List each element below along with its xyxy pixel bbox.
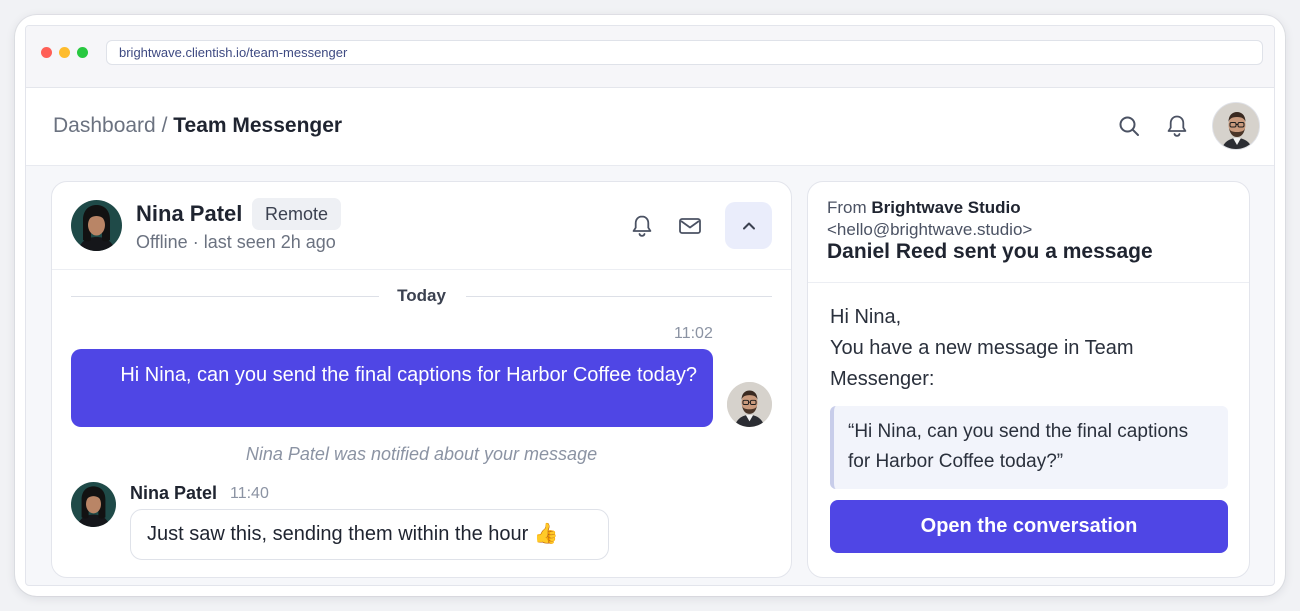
app-header: Dashboard / Team Messenger (26, 88, 1274, 166)
email-preview-panel: From Brightwave Studio <hello@brightwave… (807, 181, 1250, 578)
contact-status: Offline · last seen 2h ago (136, 232, 336, 252)
email-body-text: You have a new message in Team Messenger… (830, 337, 1134, 390)
open-conversation-button[interactable]: Open the conversation (830, 500, 1228, 553)
breadcrumb-parent[interactable]: Dashboard (53, 114, 156, 137)
outgoing-message-bubble[interactable]: Hi Nina, can you send the final captions… (71, 349, 713, 427)
email-from-address: <hello@brightwave.studio> (827, 220, 1033, 239)
outgoing-message-time: 11:02 (674, 325, 713, 342)
collapse-button[interactable] (725, 202, 772, 249)
email-subject: Daniel Reed sent you a message (827, 240, 1153, 263)
email-greeting: Hi Nina, (830, 306, 902, 328)
search-icon[interactable] (1116, 113, 1142, 139)
contact-tag: Remote (252, 198, 342, 230)
chevron-up-icon (742, 222, 755, 229)
incoming-message-time: 11:40 (230, 485, 269, 502)
email-from-name: Brightwave Studio (871, 198, 1021, 217)
sender-avatar (727, 382, 772, 427)
chat-panel: Nina Patel Remote Offline · last seen 2h… (51, 181, 792, 578)
day-divider: Today (71, 286, 772, 305)
chat-header: Nina Patel Remote Offline · last seen 2h… (52, 182, 791, 270)
breadcrumb: Dashboard / Team Messenger (53, 114, 342, 138)
notification-notice: Nina Patel was notified about your messa… (245, 444, 598, 464)
bell-icon[interactable] (629, 213, 655, 239)
bell-icon[interactable] (1164, 113, 1190, 139)
address-bar[interactable]: brightwave.clientish.io/team-messenger (106, 40, 1263, 65)
app-frame: brightwave.clientish.io/team-messenger D… (25, 25, 1275, 586)
divider-line-right (466, 296, 772, 297)
header-actions (1116, 102, 1260, 150)
breadcrumb-separator: / (155, 114, 174, 137)
contact-name: Nina Patel (136, 201, 243, 226)
window-controls (41, 47, 88, 58)
incoming-sender-name: Nina Patel (130, 483, 218, 503)
email-body: Hi Nina, You have a new message in Team … (830, 302, 1230, 395)
contact-avatar-small (71, 482, 116, 527)
close-window-button[interactable] (41, 47, 52, 58)
chat-actions (629, 202, 772, 249)
contact-avatar[interactable] (71, 200, 122, 251)
browser-window: brightwave.clientish.io/team-messenger D… (15, 15, 1285, 596)
email-header: From Brightwave Studio <hello@brightwave… (808, 182, 1249, 283)
page-title: Team Messenger (173, 114, 343, 137)
email-from: From Brightwave Studio (827, 198, 1021, 218)
email-from-label: From (827, 198, 872, 217)
email-quote: “Hi Nina, can you send the final caption… (830, 406, 1228, 489)
incoming-message-bubble[interactable]: Just saw this, sending them within the h… (130, 509, 609, 560)
mail-icon[interactable] (677, 213, 703, 239)
user-avatar[interactable] (1212, 102, 1260, 150)
minimize-window-button[interactable] (59, 47, 70, 58)
maximize-window-button[interactable] (77, 47, 88, 58)
browser-chrome: brightwave.clientish.io/team-messenger (26, 26, 1274, 88)
